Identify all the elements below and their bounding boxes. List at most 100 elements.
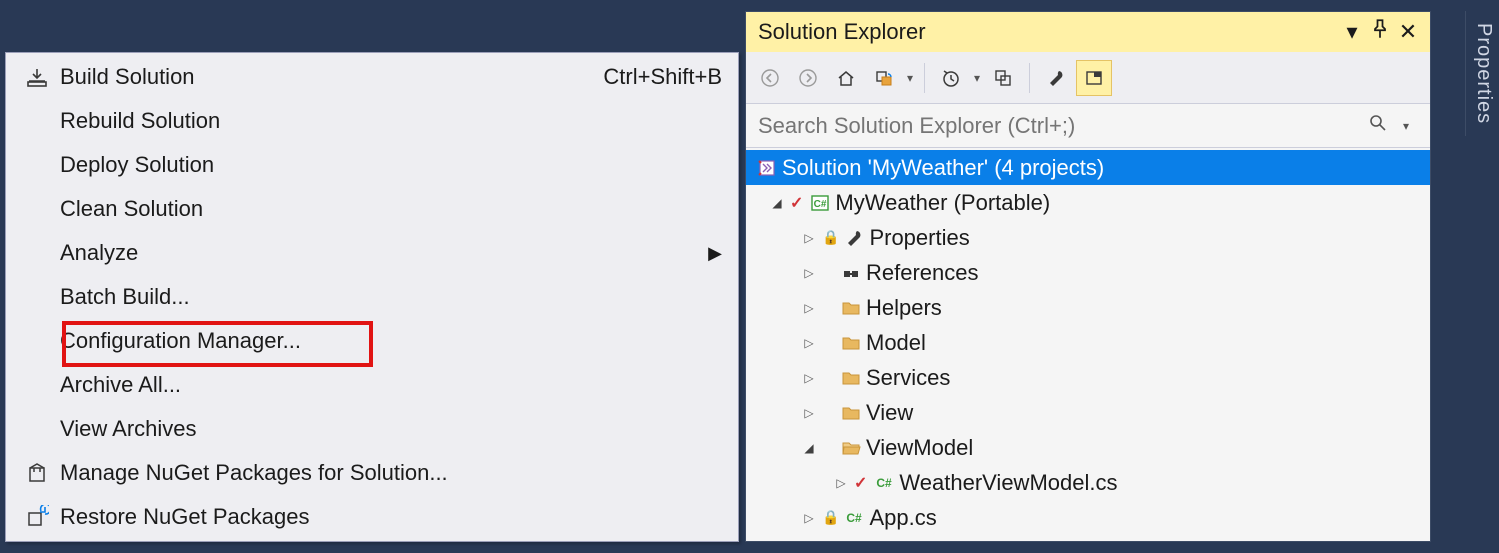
home-button[interactable]: [828, 60, 864, 96]
menu-item-build-solution[interactable]: Build Solution Ctrl+Shift+B: [8, 55, 736, 99]
menu-shortcut: Ctrl+Shift+B: [603, 64, 722, 90]
csharp-file-icon: C#: [839, 508, 869, 528]
properties-side-tab[interactable]: Properties: [1465, 11, 1499, 136]
tree-label: Services: [866, 365, 950, 391]
panel-dropdown-icon[interactable]: ▾: [1338, 19, 1366, 45]
restore-nuget-icon: [14, 505, 60, 529]
solution-icon: [752, 158, 782, 178]
folder-icon: [836, 403, 866, 423]
folder-icon: [836, 333, 866, 353]
properties-button[interactable]: [1038, 60, 1074, 96]
menu-label: View Archives: [60, 416, 722, 442]
expander-icon[interactable]: [796, 231, 822, 245]
tree-node-solution[interactable]: Solution 'MyWeather' (4 projects): [746, 150, 1430, 185]
tree-node-project[interactable]: ✓ C# MyWeather (Portable): [746, 185, 1430, 220]
menu-label: Configuration Manager...: [60, 328, 722, 354]
tree-node-viewmodel[interactable]: ViewModel: [746, 430, 1430, 465]
pending-changes-button[interactable]: [933, 60, 969, 96]
build-icon: [14, 65, 60, 89]
submenu-arrow-icon: ▶: [706, 243, 722, 264]
csharp-project-icon: C#: [805, 193, 835, 213]
expander-icon[interactable]: [796, 441, 822, 455]
sync-active-button[interactable]: [866, 60, 902, 96]
folder-open-icon: [836, 438, 866, 458]
checkout-icon: ✓: [790, 193, 803, 213]
expander-icon[interactable]: [796, 266, 822, 280]
tree-label: ViewModel: [866, 435, 973, 461]
nuget-icon: [14, 461, 60, 485]
menu-item-clean-solution[interactable]: Clean Solution: [8, 187, 736, 231]
tree-label: Properties: [869, 225, 969, 251]
menu-label: Restore NuGet Packages: [60, 504, 722, 530]
lock-icon: 🔒: [822, 229, 839, 246]
expander-icon[interactable]: [796, 511, 822, 525]
folder-icon: [836, 368, 866, 388]
pin-icon[interactable]: [1366, 19, 1394, 45]
tree-label: References: [866, 260, 979, 286]
csharp-file-icon: C#: [869, 473, 899, 493]
search-input[interactable]: [758, 113, 1364, 139]
search-icon[interactable]: [1364, 113, 1392, 139]
checkout-icon: ✓: [854, 473, 867, 493]
menu-label: Build Solution: [60, 64, 603, 90]
menu-label: Deploy Solution: [60, 152, 722, 178]
tree-node-helpers[interactable]: Helpers: [746, 290, 1430, 325]
tree-node-model[interactable]: Model: [746, 325, 1430, 360]
wrench-icon: [839, 228, 869, 248]
expander-icon[interactable]: [796, 371, 822, 385]
solution-explorer-panel: Solution Explorer ▾ ✕ ▾ ▾: [745, 11, 1431, 542]
search-dropdown-icon[interactable]: ▾: [1392, 119, 1420, 133]
solution-tree: Solution 'MyWeather' (4 projects) ✓ C# M…: [746, 148, 1430, 541]
svg-text:C#: C#: [814, 199, 827, 210]
menu-label: Archive All...: [60, 372, 722, 398]
expander-icon[interactable]: [796, 406, 822, 420]
menu-label: Batch Build...: [60, 284, 722, 310]
tree-node-properties[interactable]: 🔒 Properties: [746, 220, 1430, 255]
panel-toolbar: ▾ ▾: [746, 52, 1430, 104]
menu-item-archive-all[interactable]: Archive All...: [8, 363, 736, 407]
back-button[interactable]: [752, 60, 788, 96]
panel-title-bar: Solution Explorer ▾ ✕: [746, 12, 1430, 52]
search-row: ▾: [746, 104, 1430, 148]
tree-label: View: [866, 400, 913, 426]
menu-item-view-archives[interactable]: View Archives: [8, 407, 736, 451]
forward-button[interactable]: [790, 60, 826, 96]
tree-node-references[interactable]: References: [746, 255, 1430, 290]
tree-label: App.cs: [869, 505, 936, 531]
tree-node-view[interactable]: View: [746, 395, 1430, 430]
menu-item-configuration-manager[interactable]: Configuration Manager...: [8, 319, 736, 363]
expander-icon[interactable]: [796, 336, 822, 350]
panel-title: Solution Explorer: [758, 19, 926, 45]
menu-label: Manage NuGet Packages for Solution...: [60, 460, 722, 486]
tree-label: Solution 'MyWeather' (4 projects): [782, 155, 1104, 181]
preview-button[interactable]: [1076, 60, 1112, 96]
pending-dropdown-icon[interactable]: ▾: [971, 71, 983, 85]
menu-item-batch-build[interactable]: Batch Build...: [8, 275, 736, 319]
menu-item-deploy-solution[interactable]: Deploy Solution: [8, 143, 736, 187]
folder-icon: [836, 298, 866, 318]
tree-node-app-cs[interactable]: 🔒 C# App.cs: [746, 500, 1430, 535]
tree-node-weatherviewmodel[interactable]: ✓ C# WeatherViewModel.cs: [746, 465, 1430, 500]
svg-text:C#: C#: [877, 476, 893, 490]
close-icon[interactable]: ✕: [1394, 19, 1422, 45]
tree-label: MyWeather (Portable): [835, 190, 1050, 216]
menu-label: Rebuild Solution: [60, 108, 722, 134]
tree-label: WeatherViewModel.cs: [899, 470, 1117, 496]
menu-label: Clean Solution: [60, 196, 722, 222]
expander-icon[interactable]: [796, 301, 822, 315]
menu-item-restore-nuget[interactable]: Restore NuGet Packages: [8, 495, 736, 539]
menu-item-manage-nuget[interactable]: Manage NuGet Packages for Solution...: [8, 451, 736, 495]
menu-item-analyze[interactable]: Analyze ▶: [8, 231, 736, 275]
lock-icon: 🔒: [822, 509, 839, 526]
expander-icon[interactable]: [828, 476, 854, 490]
expander-icon[interactable]: [764, 196, 790, 210]
tree-label: Model: [866, 330, 926, 356]
sync-dropdown-icon[interactable]: ▾: [904, 71, 916, 85]
show-all-files-button[interactable]: [985, 60, 1021, 96]
build-context-menu: Build Solution Ctrl+Shift+B Rebuild Solu…: [5, 52, 739, 542]
references-icon: [836, 263, 866, 283]
menu-item-rebuild-solution[interactable]: Rebuild Solution: [8, 99, 736, 143]
tree-node-services[interactable]: Services: [746, 360, 1430, 395]
svg-text:C#: C#: [847, 511, 863, 525]
tree-label: Helpers: [866, 295, 942, 321]
